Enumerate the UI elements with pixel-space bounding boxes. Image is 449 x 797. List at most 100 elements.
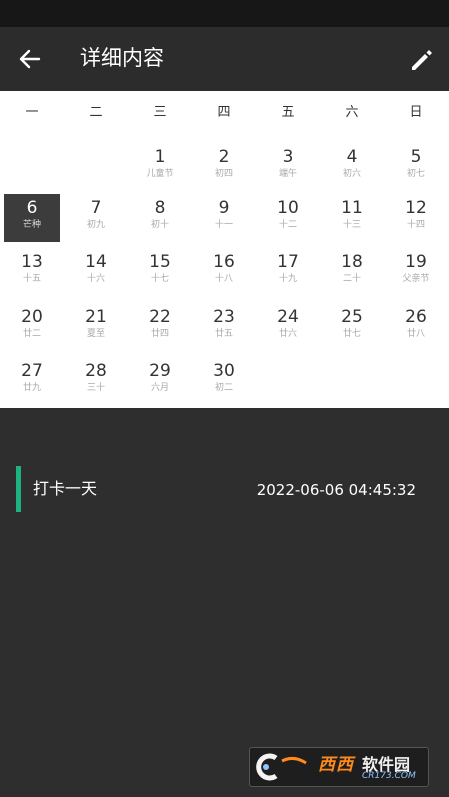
- calendar-day[interactable]: 6 芒种: [4, 194, 60, 242]
- back-button[interactable]: [14, 43, 46, 75]
- calendar-day[interactable]: 26 廿八: [388, 303, 444, 351]
- day-number: 14: [85, 252, 107, 272]
- app-bar: 详细内容: [0, 27, 449, 91]
- lunar-date: 初四: [214, 169, 233, 179]
- calendar-day[interactable]: 4 初六: [324, 143, 380, 191]
- calendar-day[interactable]: 2 初四: [196, 143, 252, 191]
- calendar-day[interactable]: 8 初十: [132, 194, 188, 242]
- calendar-day[interactable]: 16 十八: [196, 248, 252, 296]
- weekday-label: 六: [345, 105, 359, 120]
- day-number: 24: [277, 307, 299, 327]
- lunar-date: 十五: [22, 274, 41, 284]
- calendar-day[interactable]: 12 十四: [388, 194, 444, 242]
- calendar-day[interactable]: 5 初七: [388, 143, 444, 191]
- day-number: 29: [149, 361, 171, 381]
- day-number: 30: [213, 361, 235, 381]
- calendar-day[interactable]: 11 十三: [324, 194, 380, 242]
- day-number: 20: [21, 307, 43, 327]
- weekday-label: 一: [25, 105, 39, 120]
- day-number: 7: [90, 198, 102, 218]
- weekday-label: 二: [89, 105, 103, 120]
- day-number: 26: [405, 307, 427, 327]
- day-number: 5: [410, 147, 422, 167]
- lunar-date: 十六: [86, 274, 105, 284]
- day-number: 13: [21, 252, 43, 272]
- lunar-date: 十八: [214, 274, 233, 284]
- lunar-date: 六月: [150, 383, 169, 393]
- calendar-day[interactable]: 28 三十: [68, 357, 124, 405]
- calendar-day[interactable]: 29 六月: [132, 357, 188, 405]
- calendar-day[interactable]: 18 二十: [324, 248, 380, 296]
- day-number: 8: [154, 198, 166, 218]
- edit-button[interactable]: [406, 43, 438, 75]
- calendar-day[interactable]: 9 十一: [196, 194, 252, 242]
- day-number: 15: [149, 252, 171, 272]
- watermark-logo-icon: [256, 753, 307, 781]
- lunar-date: 十三: [342, 220, 361, 230]
- calendar-day[interactable]: 15 十七: [132, 248, 188, 296]
- day-number: 21: [85, 307, 107, 327]
- calendar-day[interactable]: 23 廿五: [196, 303, 252, 351]
- page-title: 详细内容: [80, 46, 164, 70]
- lunar-date: 初六: [342, 169, 361, 179]
- watermark: 西西 软件园 CR173.COM: [249, 747, 429, 787]
- day-number: 10: [277, 198, 299, 218]
- lunar-date: 初七: [406, 169, 425, 179]
- lunar-date: 廿七: [342, 329, 361, 339]
- weekday-label: 五: [281, 105, 295, 120]
- lunar-date: 二十: [342, 274, 361, 284]
- day-number: 28: [85, 361, 107, 381]
- calendar-day[interactable]: 27 廿九: [4, 357, 60, 405]
- calendar-day[interactable]: 24 廿六: [260, 303, 316, 351]
- calendar-day[interactable]: 3 端午: [260, 143, 316, 191]
- calendar-day[interactable]: 10 十二: [260, 194, 316, 242]
- weekday-label: 日: [409, 105, 423, 120]
- day-number: 6: [26, 198, 38, 218]
- status-bar: [0, 0, 449, 27]
- lunar-date: 廿九: [22, 383, 41, 393]
- lunar-date: 儿童节: [146, 169, 174, 179]
- lunar-date: 十七: [150, 274, 169, 284]
- calendar-day[interactable]: 13 十五: [4, 248, 60, 296]
- day-number: 19: [405, 252, 427, 272]
- arrow-left-icon: [19, 49, 41, 69]
- lunar-date: 十二: [278, 220, 297, 230]
- calendar-day[interactable]: 1 儿童节: [132, 143, 188, 191]
- pencil-icon: [412, 50, 432, 70]
- lunar-date: 廿五: [214, 329, 233, 339]
- lunar-date: 廿六: [278, 329, 297, 339]
- lunar-date: 初十: [150, 220, 169, 230]
- day-number: 22: [149, 307, 171, 327]
- calendar: 一 二 三 四 五 六 日 1 儿童节 2 初四 3 端午 4 初六 5 初七 6 芒种 7 初九 8 初十 9 十一 10 十二…: [0, 91, 449, 408]
- lunar-date: 三十: [86, 383, 105, 393]
- day-number: 2: [218, 147, 230, 167]
- weekday-label: 三: [153, 105, 167, 120]
- day-number: 17: [277, 252, 299, 272]
- calendar-day[interactable]: 19 父亲节: [388, 248, 444, 296]
- lunar-date: 父亲节: [402, 274, 430, 284]
- lunar-date: 廿四: [150, 329, 169, 339]
- weekday-header: 一二三四五六日: [0, 91, 449, 135]
- day-number: 11: [341, 198, 363, 218]
- calendar-day[interactable]: 14 十六: [68, 248, 124, 296]
- calendar-day[interactable]: 22 廿四: [132, 303, 188, 351]
- calendar-day[interactable]: 17 十九: [260, 248, 316, 296]
- record-accent-bar: [16, 466, 21, 512]
- weekday-label: 四: [217, 105, 231, 120]
- day-number: 4: [346, 147, 358, 167]
- calendar-day[interactable]: 30 初二: [196, 357, 252, 405]
- record-timestamp: 2022-06-06 04:45:32: [256, 481, 416, 499]
- calendar-day[interactable]: 21 夏至: [68, 303, 124, 351]
- checkin-record[interactable]: 打卡一天 2022-06-06 04:45:32: [0, 466, 449, 512]
- day-number: 23: [213, 307, 235, 327]
- day-number: 3: [282, 147, 294, 167]
- calendar-day[interactable]: 7 初九: [68, 194, 124, 242]
- day-number: 18: [341, 252, 363, 272]
- calendar-day[interactable]: 20 廿二: [4, 303, 60, 351]
- calendar-day[interactable]: 25 廿七: [324, 303, 380, 351]
- day-number: 16: [213, 252, 235, 272]
- record-title: 打卡一天: [33, 479, 98, 498]
- lunar-date: 夏至: [86, 329, 105, 339]
- lunar-date: 十一: [214, 220, 233, 230]
- lunar-date: 初九: [86, 220, 105, 230]
